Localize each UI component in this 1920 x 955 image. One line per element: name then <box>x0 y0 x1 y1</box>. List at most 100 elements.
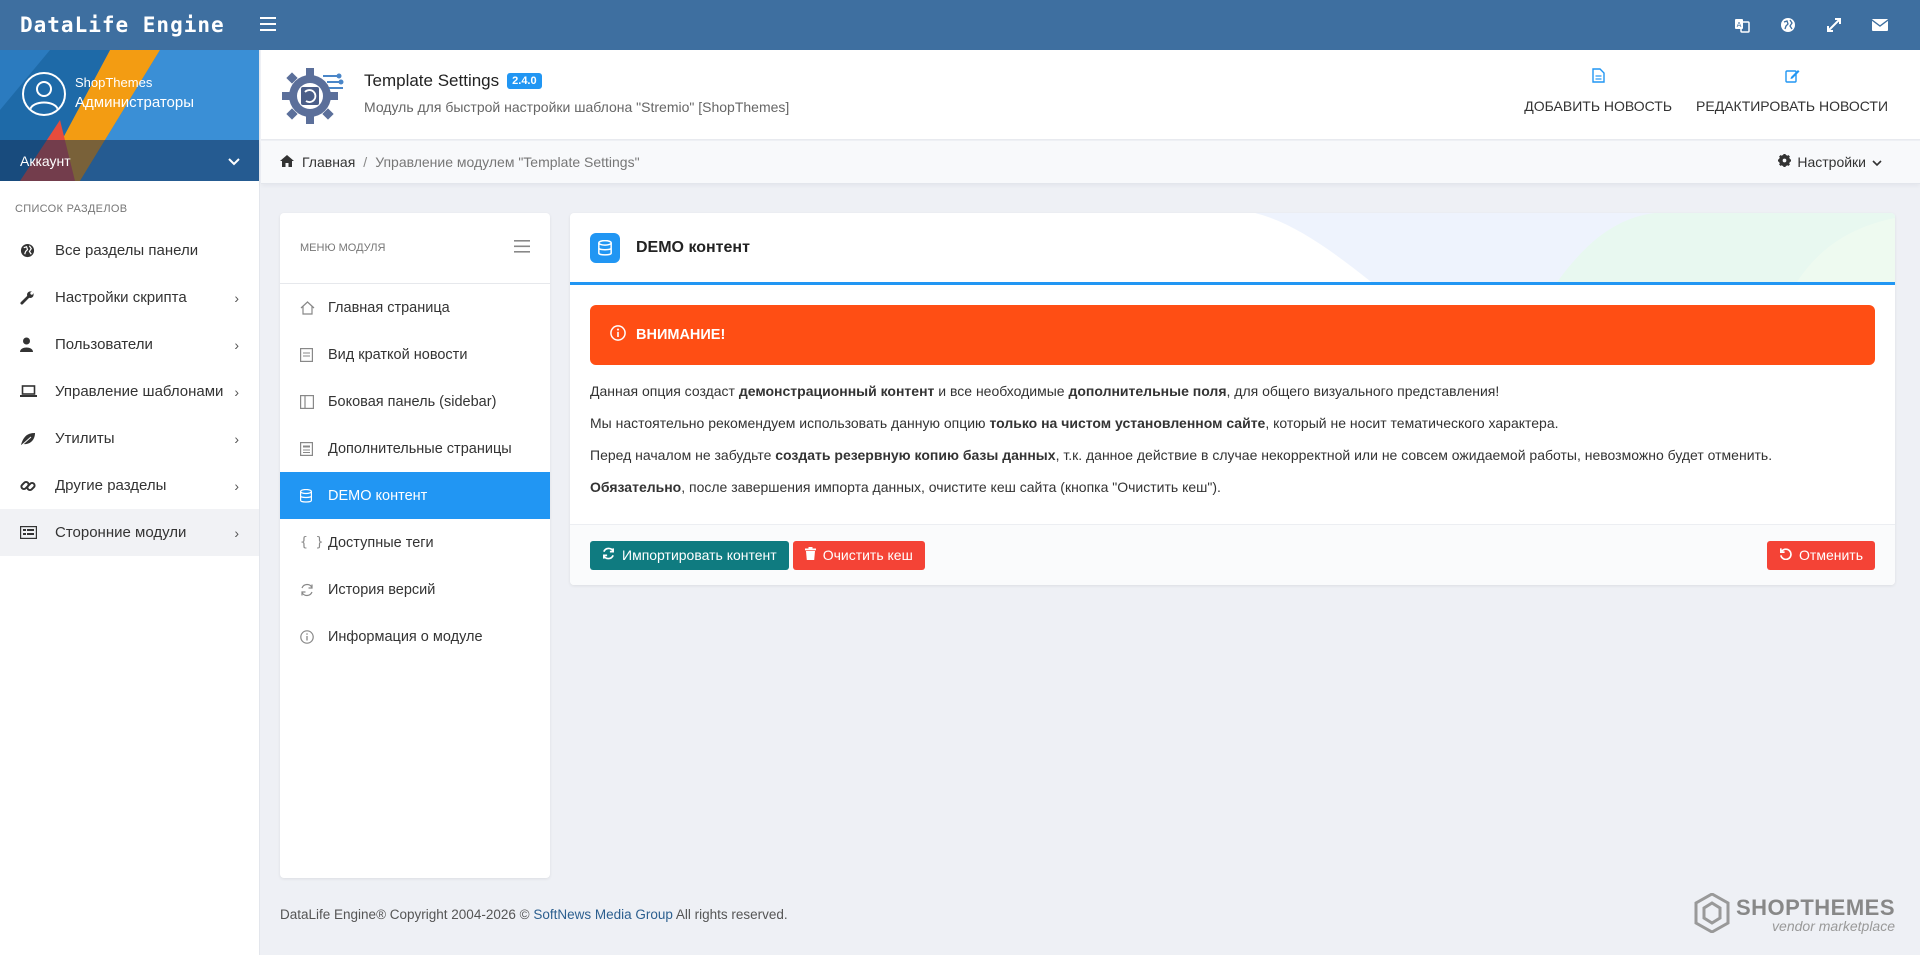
edit-news-button[interactable]: Редактировать новости <box>1696 68 1888 114</box>
sidebar-item-third-party-modules[interactable]: Сторонние модули › <box>0 509 259 556</box>
leaf-icon <box>20 432 55 446</box>
settings-label: Настройки <box>1797 154 1866 170</box>
module-menu-item-label: Вид краткой новости <box>328 346 468 363</box>
chevron-right-icon: › <box>234 477 239 494</box>
sidebar-item-label: Утилиты <box>55 430 115 447</box>
breadcrumb-separator: / <box>363 154 368 170</box>
list-icon[interactable] <box>514 240 530 256</box>
paragraph: Данная опция создаст демонстрационный ко… <box>590 383 1500 399</box>
panel-title: DEMO контент <box>636 238 750 256</box>
link-icon <box>20 478 55 494</box>
trash-icon <box>804 547 816 563</box>
panel-header: DEMO контент <box>570 213 1895 285</box>
document-icon <box>1591 68 1605 86</box>
shop-logo-subtitle: vendor marketplace <box>1772 918 1895 934</box>
clear-cache-button[interactable]: Очистить кеш <box>792 540 925 570</box>
globe-icon[interactable] <box>1778 15 1798 35</box>
chevron-right-icon: › <box>234 289 239 306</box>
softnews-link[interactable]: SoftNews Media Group <box>533 907 673 922</box>
page-title: Template Settings 2.4.0 <box>364 71 542 91</box>
panel-footer: Импортировать контент Очистить кеш Отмен… <box>570 524 1895 585</box>
wrench-icon <box>20 290 55 305</box>
paragraph: Обязательно, после завершения импорта да… <box>590 479 1221 495</box>
refresh-icon <box>602 547 615 563</box>
laptop-icon <box>20 385 55 398</box>
sidebar-item-label: Настройки скрипта <box>55 289 187 306</box>
menu-toggle-icon[interactable] <box>260 14 300 37</box>
module-title: Template Settings <box>364 71 500 90</box>
chevron-right-icon: › <box>234 383 239 400</box>
paragraph: Перед началом не забудьте создать резерв… <box>590 447 1773 463</box>
edit-news-label: Редактировать новости <box>1696 98 1888 114</box>
alert-text: ВНИМАНИЕ! <box>636 327 726 343</box>
shopthemes-logo[interactable]: SHOPTHEMES vendor marketplace <box>1694 892 1895 937</box>
avatar[interactable] <box>22 72 66 116</box>
sidebar-item-users[interactable]: Пользователи › <box>0 321 259 368</box>
nav-heading: Список разделов <box>15 203 128 215</box>
sidebar-item-utilities[interactable]: Утилиты › <box>0 415 259 462</box>
module-menu-item-label: Доступные теги <box>328 534 434 551</box>
module-menu-item-sidebar[interactable]: Боковая панель (sidebar) <box>280 378 550 425</box>
language-icon[interactable]: A <box>1732 15 1752 35</box>
module-menu-item-version-history[interactable]: История версий <box>280 566 550 613</box>
sidebar-item-templates[interactable]: Управление шаблонами › <box>0 368 259 415</box>
chevron-right-icon: › <box>234 524 239 541</box>
sidebar-item-label: Пользователи <box>55 336 153 353</box>
module-menu-item-demo-content[interactable]: DEMO контент <box>280 472 550 519</box>
account-dropdown[interactable]: Аккаунт <box>0 140 259 181</box>
settings-dropdown[interactable]: Настройки <box>1778 154 1901 170</box>
chevron-right-icon: › <box>234 430 239 447</box>
edit-icon <box>1784 68 1800 86</box>
module-menu-item-label: DEMO контент <box>328 487 428 504</box>
braces-icon: { } <box>300 535 324 550</box>
home-icon <box>280 154 294 170</box>
module-menu-item-available-tags[interactable]: { } Доступные теги <box>280 519 550 566</box>
module-menu: Меню модуля Главная страница Вид краткой… <box>280 213 550 878</box>
sidebar-layout-icon <box>300 394 328 409</box>
module-menu-item-label: Информация о модуле <box>328 628 483 645</box>
module-menu-item-label: Главная страница <box>328 299 450 316</box>
database-icon <box>300 488 328 503</box>
demo-content-panel: DEMO контент ВНИМАНИЕ! Данная опция созд… <box>570 213 1895 585</box>
account-label: Аккаунт <box>20 152 71 169</box>
modules-icon <box>20 526 55 539</box>
fullscreen-icon[interactable] <box>1824 15 1844 35</box>
module-menu-item-extra-pages[interactable]: Дополнительные страницы <box>280 425 550 472</box>
paragraph: Мы настоятельно рекомендуем использовать… <box>590 415 1559 431</box>
clear-cache-label: Очистить кеш <box>822 547 913 563</box>
sidebar-item-all-sections[interactable]: Все разделы панели <box>0 227 259 274</box>
module-menu-item-module-info[interactable]: Информация о модуле <box>280 613 550 660</box>
sidebar-item-script-settings[interactable]: Настройки скрипта › <box>0 274 259 321</box>
brand-logo[interactable]: DataLife Engine <box>0 13 260 37</box>
module-menu-item-short-news[interactable]: Вид краткой новости <box>280 331 550 378</box>
sidebar-item-label: Другие разделы <box>55 477 167 494</box>
user-panel: ShopThemes Администраторы Аккаунт <box>0 50 259 181</box>
user-icon <box>20 337 55 352</box>
user-name: ShopThemes <box>75 75 153 90</box>
module-menu-header: Меню модуля <box>280 213 550 284</box>
cancel-button[interactable]: Отменить <box>1767 540 1875 570</box>
breadcrumb-current: Управление модулем "Template Settings" <box>375 154 640 170</box>
module-menu-item-label: Боковая панель (sidebar) <box>328 393 497 410</box>
news-outline-icon <box>300 347 328 362</box>
top-navbar: DataLife Engine A <box>0 0 1920 50</box>
info-circle-icon <box>610 325 626 345</box>
module-menu-item-label: История версий <box>328 581 436 598</box>
module-menu-item-main-page[interactable]: Главная страница <box>280 284 550 331</box>
database-icon <box>590 232 620 263</box>
gear-icon <box>1778 154 1792 170</box>
sidebar-item-other-sections[interactable]: Другие разделы › <box>0 462 259 509</box>
mail-icon[interactable] <box>1870 15 1890 35</box>
module-menu-heading: Меню модуля <box>300 242 386 254</box>
chevron-right-icon: › <box>234 336 239 353</box>
rights-text: All rights reserved. <box>672 907 788 922</box>
shop-logo-title: SHOPTHEMES <box>1735 895 1895 920</box>
breadcrumb-home[interactable]: Главная <box>280 154 355 170</box>
undo-icon <box>1779 547 1792 563</box>
add-news-button[interactable]: Добавить новость <box>1524 68 1672 114</box>
import-content-button[interactable]: Импортировать контент <box>590 540 789 570</box>
chevron-down-icon <box>1872 154 1882 170</box>
module-gear-logo-icon <box>279 62 345 132</box>
breadcrumb-home-label: Главная <box>302 154 356 170</box>
sidebar-item-label: Все разделы панели <box>55 242 199 259</box>
